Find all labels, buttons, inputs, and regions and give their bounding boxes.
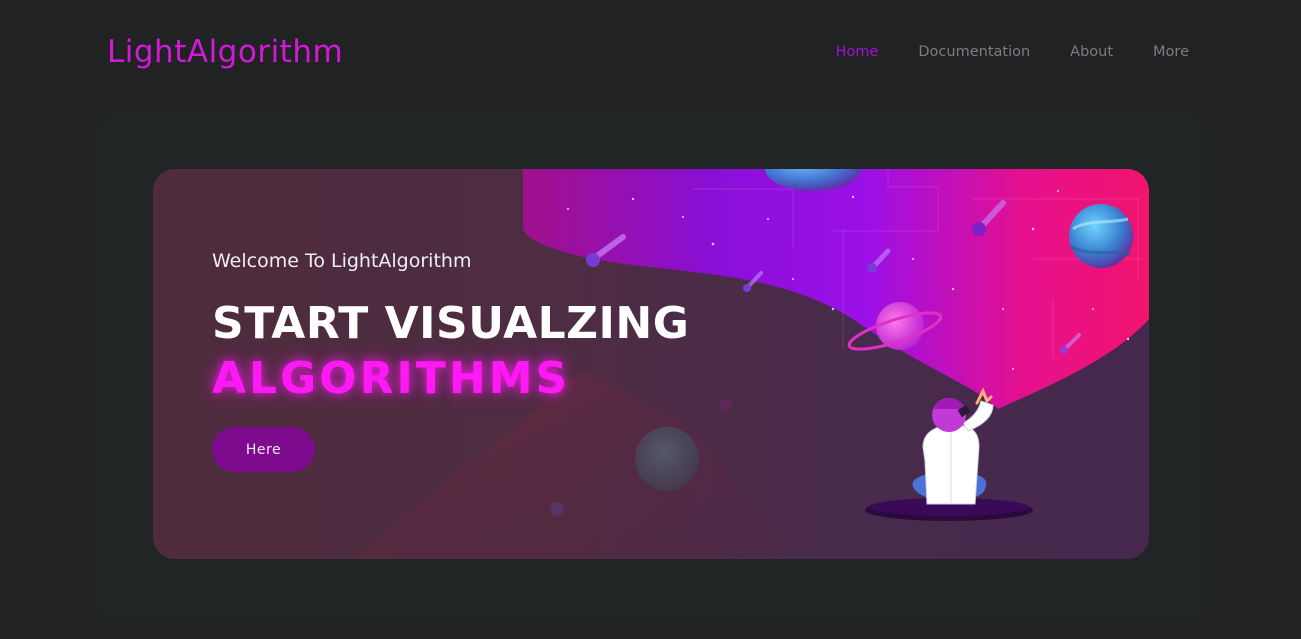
nav-link-more[interactable]: More xyxy=(1153,41,1189,63)
hero-title-line2: ALGORITHMS xyxy=(212,353,571,404)
hero-welcome-text: Welcome To LightAlgorithm xyxy=(212,250,472,272)
hero-title-line1: START VISUALZING xyxy=(212,298,690,349)
hero-banner: Welcome To LightAlgorithm START VISUALZI… xyxy=(153,169,1149,559)
person-with-telescope-icon xyxy=(865,387,1033,521)
nav-link-documentation[interactable]: Documentation xyxy=(918,41,1030,63)
brand-logo[interactable]: LightAlgorithm xyxy=(107,30,343,74)
nav-link-home[interactable]: Home xyxy=(836,41,879,63)
planet-icon xyxy=(1069,204,1133,268)
here-button[interactable]: Here xyxy=(212,427,315,472)
nav-link-about[interactable]: About xyxy=(1070,41,1113,63)
nav-links: Home Documentation About More xyxy=(836,41,1189,63)
navbar: LightAlgorithm Home Documentation About … xyxy=(0,0,1301,104)
